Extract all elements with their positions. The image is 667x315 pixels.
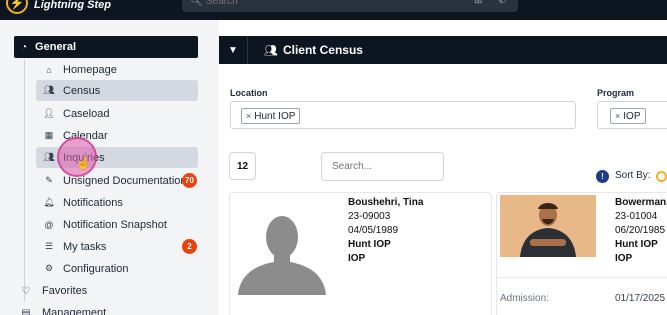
location-tag[interactable]: × Hunt IOP	[241, 108, 301, 124]
bell-icon: 🔔︎	[43, 197, 55, 207]
location-tag-label: Hunt IOP	[254, 110, 296, 122]
client-photo	[500, 195, 596, 257]
location-field[interactable]: × Hunt IOP	[230, 101, 576, 129]
sidebar-item-configuration[interactable]: ⚙ Configuration	[36, 258, 198, 279]
sidebar-item-calendar[interactable]: ▦ Calendar	[36, 125, 198, 146]
program-label: Program	[597, 88, 635, 98]
sidebar-item-label: Homepage	[63, 63, 117, 76]
at-icon: @	[44, 219, 54, 230]
pen-icon: ✎	[45, 175, 53, 185]
count-badge: 70	[182, 173, 197, 188]
sidebar-item-favorites[interactable]: ♡ Favorites	[20, 281, 88, 301]
count-badge: 2	[182, 239, 197, 254]
client-name[interactable]: Bowerman,	[615, 197, 667, 208]
top-bar: ⚡ Lightning Step 🔍︎ ⊞ ✆	[0, 0, 667, 20]
dashboard-icon: ◔	[21, 41, 28, 53]
sidebar-item-notifications[interactable]: 🔔︎ Notifications	[36, 192, 198, 213]
admission-value: 01/17/2025	[615, 293, 666, 304]
client-location: Hunt IOP	[348, 239, 391, 250]
client-dob: 06/20/1985	[615, 225, 666, 236]
client-id: 23-09003	[348, 211, 391, 222]
sidebar-item-label: Favorites	[42, 285, 88, 297]
census-search-input[interactable]	[322, 153, 443, 180]
users-icon: 👥︎	[43, 152, 55, 162]
client-card[interactable]: Bowerman, 23-01004 06/20/1985 Hunt IOP I…	[496, 192, 667, 315]
sidebar-item-label: Notification Snapshot	[63, 218, 167, 231]
sort-by-label: Sort By:	[615, 170, 651, 181]
admission-label: Admission:	[500, 293, 549, 304]
home-icon: ⌂	[46, 64, 52, 75]
sidebar-item-unsigned-documentation[interactable]: ✎ Unsigned Documentation 70	[36, 170, 198, 191]
sidebar-section-general[interactable]: ◔ General	[14, 36, 198, 58]
client-name[interactable]: Boushehri, Tina	[348, 197, 423, 208]
gear-icon: ⚙	[44, 263, 54, 273]
add-icon[interactable]: ⊞	[474, 0, 482, 6]
main-panel: ▼ 👥︎ Client Census Location × Hunt IOP P…	[219, 20, 667, 315]
client-program: IOP	[615, 253, 633, 264]
sort-radio[interactable]	[656, 171, 667, 182]
client-dob: 04/05/1989	[348, 225, 399, 236]
phone-icon[interactable]: ✆	[498, 0, 506, 6]
card-divider	[497, 277, 667, 278]
users-icon: 👥︎	[43, 85, 55, 95]
sidebar-item-caseload[interactable]: 👤︎ Caseload	[36, 103, 198, 124]
remove-tag-icon[interactable]: ×	[246, 111, 251, 121]
count-button[interactable]: 12	[229, 152, 256, 180]
chevron-down-icon[interactable]: ▼	[219, 45, 247, 56]
sidebar-item-census[interactable]: 👥︎ Census	[36, 80, 198, 101]
sidebar: ◔ General ⌂ Homepage 👥︎ Census 👤︎ Caselo…	[0, 20, 210, 315]
sidebar-item-label: My tasks	[63, 240, 107, 253]
list-icon: ☰	[44, 241, 54, 251]
sidebar-item-label: Management	[42, 307, 107, 315]
sidebar-item-notification-snapshot[interactable]: @ Notification Snapshot	[36, 214, 198, 235]
global-search[interactable]: 🔍︎ ⊞ ✆	[182, 0, 518, 12]
sidebar-item-homepage[interactable]: ⌂ Homepage	[36, 59, 198, 80]
census-search[interactable]	[321, 152, 444, 181]
program-field[interactable]: × IOP	[597, 101, 667, 129]
heart-icon: ♡	[21, 285, 31, 297]
lightning-logo-icon: ⚡	[6, 0, 28, 14]
client-card[interactable]: Boushehri, Tina 23-09003 04/05/1989 Hunt…	[229, 192, 492, 315]
sidebar-item-label: Configuration	[63, 262, 129, 275]
clipboard-icon: ▤	[21, 307, 31, 315]
divider	[247, 36, 248, 64]
program-tag[interactable]: × IOP	[610, 108, 646, 124]
page-title: Client Census	[282, 43, 363, 57]
user-icon: 👤︎	[43, 108, 55, 118]
calendar-icon: ▦	[44, 130, 54, 140]
location-label: Location	[230, 88, 268, 98]
avatar-placeholder	[232, 195, 332, 295]
sidebar-tree-line	[24, 60, 25, 302]
sidebar-item-label: Notifications	[63, 196, 123, 209]
info-icon[interactable]: !	[596, 170, 609, 183]
sidebar-item-label: Caseload	[63, 107, 110, 120]
panel-header: ▼ 👥︎ Client Census	[219, 36, 667, 64]
search-icon: 🔍︎	[190, 0, 203, 7]
sidebar-section-label: General	[35, 41, 77, 53]
brand[interactable]: ⚡ Lightning Step	[6, 0, 111, 14]
sidebar-item-my-tasks[interactable]: ☰ My tasks 2	[36, 236, 198, 257]
hand-cursor-icon: ☝	[76, 156, 91, 170]
client-id: 23-01004	[615, 211, 658, 222]
sidebar-item-label: Census	[63, 84, 101, 97]
program-tag-label: IOP	[623, 110, 641, 122]
remove-tag-icon[interactable]: ×	[615, 111, 620, 121]
client-location: Hunt IOP	[615, 239, 658, 250]
client-program: IOP	[348, 253, 366, 264]
brand-name: Lightning Step	[34, 0, 111, 11]
global-search-input[interactable]	[206, 0, 426, 8]
sidebar-item-management[interactable]: ▤ Management	[20, 303, 106, 315]
users-icon: 👥︎	[264, 44, 278, 57]
